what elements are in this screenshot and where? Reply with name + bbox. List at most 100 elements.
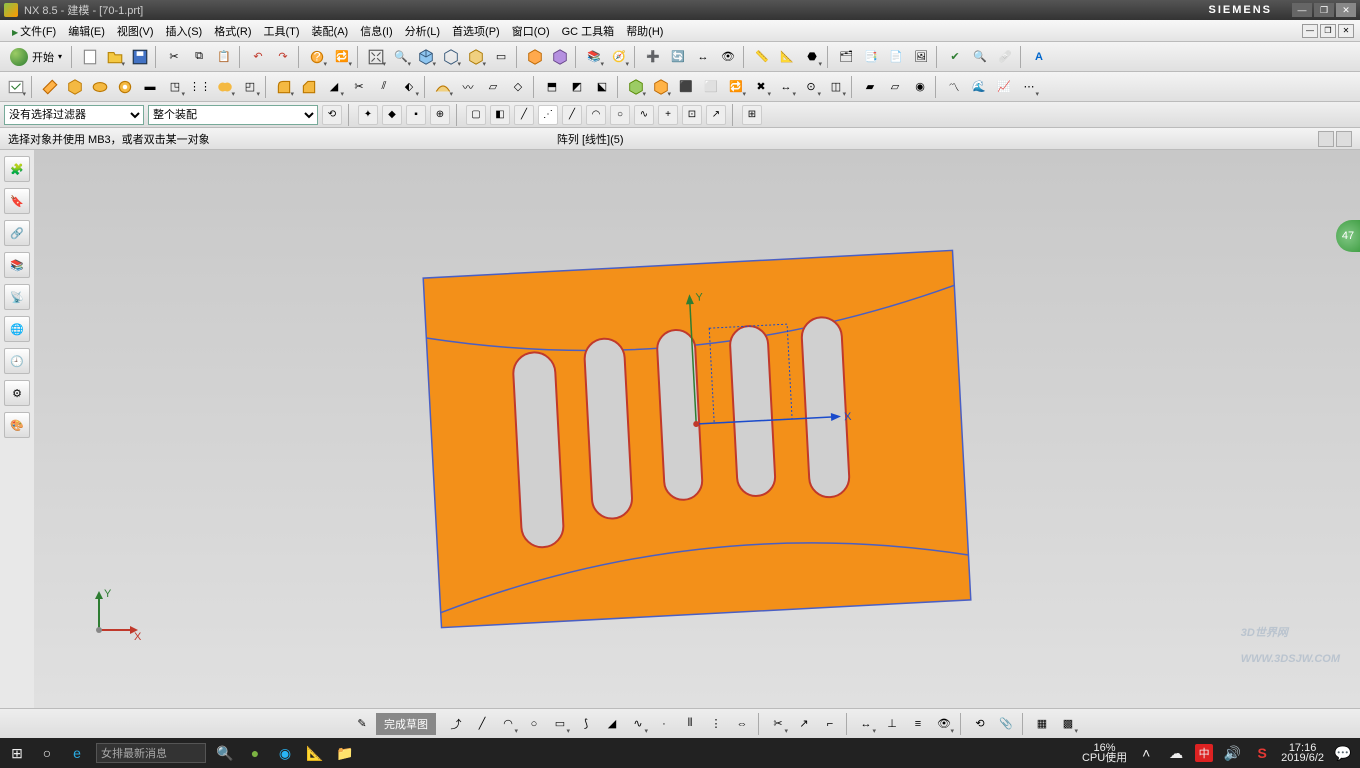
add-component-button[interactable]: ➕ [641, 45, 665, 69]
menu-view[interactable]: 视图(V) [111, 21, 160, 41]
tray-ime-icon[interactable]: 中 [1195, 744, 1213, 762]
reuse-library-button[interactable]: 📚 [4, 252, 30, 278]
menu-window[interactable]: 窗口(O) [506, 21, 556, 41]
ruled-button[interactable]: ▱ [481, 75, 505, 99]
measure-angle-button[interactable]: 📐 [775, 45, 799, 69]
redo-button[interactable]: ↷ [271, 45, 295, 69]
sync-replace-button[interactable]: 🔁 [724, 75, 748, 99]
sel-face-button[interactable]: ▢ [466, 105, 486, 125]
chamfer-button[interactable] [297, 75, 321, 99]
layer-settings-button[interactable]: 📑 [859, 45, 883, 69]
arc-button[interactable]: ◠ [496, 712, 520, 736]
analyze-dev-button[interactable]: 📈 [992, 75, 1016, 99]
trim-body-button[interactable]: ✂ [347, 75, 371, 99]
menu-prefs[interactable]: 首选项(P) [446, 21, 506, 41]
mirror-curve-button[interactable]: ⇔ [730, 712, 754, 736]
command-finder-button[interactable]: ? [305, 45, 329, 69]
pocket-button[interactable]: ◳ [163, 75, 187, 99]
wave-button[interactable] [523, 45, 547, 69]
constraint-navigator-button[interactable]: 🔗 [4, 220, 30, 246]
sel-datum-button[interactable]: ⊡ [682, 105, 702, 125]
sync-resize-button[interactable]: ⬛ [674, 75, 698, 99]
layer-move-button[interactable]: 📄 [884, 45, 908, 69]
render-button[interactable] [414, 45, 438, 69]
browser-button[interactable]: 🌐 [4, 316, 30, 342]
quick-trim-button[interactable]: ✂ [766, 712, 790, 736]
geo-constraint-button[interactable]: ⊥ [880, 712, 904, 736]
menu-assembly[interactable]: 装配(A) [306, 21, 355, 41]
bounded-plane-button[interactable]: ◇ [506, 75, 530, 99]
sel-csys-button[interactable]: ↗ [706, 105, 726, 125]
heal-button[interactable]: 🩹 [993, 45, 1017, 69]
snap-center-button[interactable]: ⊕ [430, 105, 450, 125]
cortana-button[interactable]: ○ [36, 742, 58, 764]
task-app-1[interactable]: ● [244, 742, 266, 764]
sk-more-2-button[interactable]: ▩ [1056, 712, 1080, 736]
sync-linear-button[interactable]: ↔ [774, 75, 798, 99]
reattach-button[interactable]: 📎 [994, 712, 1018, 736]
edge-icon[interactable]: e [66, 742, 88, 764]
sel-circle-button[interactable]: ○ [610, 105, 630, 125]
constraint-button[interactable]: 🧭 [607, 45, 631, 69]
roles-button[interactable]: 🎨 [4, 412, 30, 438]
tray-up-icon[interactable]: ˄ [1135, 742, 1157, 764]
sync-delete-button[interactable]: ⬜ [699, 75, 723, 99]
notification-badge[interactable]: 47 [1336, 220, 1360, 252]
analyze-curve-button[interactable]: 〽 [942, 75, 966, 99]
paste-button[interactable]: 📋 [212, 45, 236, 69]
datum-plane-button[interactable] [38, 75, 62, 99]
graphics-viewport[interactable]: Y X Y X 47 3D世界网WWW.3DSJW.COM [34, 150, 1360, 708]
revolve-button[interactable] [88, 75, 112, 99]
mirror-button[interactable]: ⬖ [397, 75, 421, 99]
edge-blend-button[interactable] [272, 75, 296, 99]
open-button[interactable] [103, 45, 127, 69]
menu-gc[interactable]: GC 工具箱 [556, 21, 621, 41]
menu-analyze[interactable]: 分析(L) [399, 21, 446, 41]
view-widget-2[interactable] [1336, 131, 1352, 147]
shell-button[interactable]: ◰ [238, 75, 262, 99]
point-button[interactable]: · [652, 712, 676, 736]
wireframe-button[interactable] [439, 45, 463, 69]
wcs-button[interactable]: 🖼 [909, 45, 933, 69]
cut-button[interactable]: ✂ [162, 45, 186, 69]
more-button[interactable]: ⋯ [1017, 75, 1041, 99]
sk-more-1-button[interactable]: ▦ [1030, 712, 1054, 736]
grid-button[interactable]: ⊞ [742, 105, 762, 125]
measure-body-button[interactable]: ⬣ [800, 45, 824, 69]
through-curves-button[interactable] [431, 75, 455, 99]
sk-chamfer-button[interactable]: ◢ [600, 712, 624, 736]
surf-2-button[interactable]: ▱ [883, 75, 907, 99]
rectangle-button[interactable]: ▭ [548, 712, 572, 736]
new-button[interactable] [78, 45, 102, 69]
task-app-nx[interactable]: 📐 [304, 742, 326, 764]
extend-button[interactable]: ⬕ [590, 75, 614, 99]
fillet-button[interactable]: ⟆ [574, 712, 598, 736]
sel-point-button[interactable]: + [658, 105, 678, 125]
save-button[interactable] [128, 45, 152, 69]
offset-surface-button[interactable]: ⬒ [540, 75, 564, 99]
move-component-button[interactable]: ↔ [691, 45, 715, 69]
maximize-button[interactable]: ❐ [1314, 3, 1334, 17]
draft-button[interactable]: ◢ [322, 75, 346, 99]
close-button[interactable]: ✕ [1336, 3, 1356, 17]
zoom-button[interactable]: 🔍 [389, 45, 413, 69]
sel-curve-button[interactable]: ⋰ [538, 105, 558, 125]
tray-sound-icon[interactable]: 🔊 [1221, 742, 1243, 764]
mdi-min-button[interactable]: — [1302, 24, 1318, 38]
start-menu-button[interactable]: ⊞ [6, 742, 28, 764]
scope-filter-select[interactable]: 整个装配 [148, 105, 318, 125]
make-corner-button[interactable]: ⌐ [818, 712, 842, 736]
menu-file[interactable]: 文件(F) [6, 21, 62, 41]
hd3d-button[interactable]: 📡 [4, 284, 30, 310]
sel-body-button[interactable]: ◧ [490, 105, 510, 125]
sync-pull-button[interactable] [649, 75, 673, 99]
sync-shell-button[interactable]: ◫ [824, 75, 848, 99]
assembly-navigator-button[interactable]: 🔖 [4, 188, 30, 214]
clock[interactable]: 17:162019/6/2 [1281, 743, 1324, 763]
layer-sets-button[interactable]: 🗂 [834, 45, 858, 69]
studio-spline-button[interactable]: ∿ [626, 712, 650, 736]
copy-button[interactable]: ⧉ [187, 45, 211, 69]
extrude-button[interactable] [63, 75, 87, 99]
hole-button[interactable] [113, 75, 137, 99]
minimize-button[interactable]: — [1292, 3, 1312, 17]
